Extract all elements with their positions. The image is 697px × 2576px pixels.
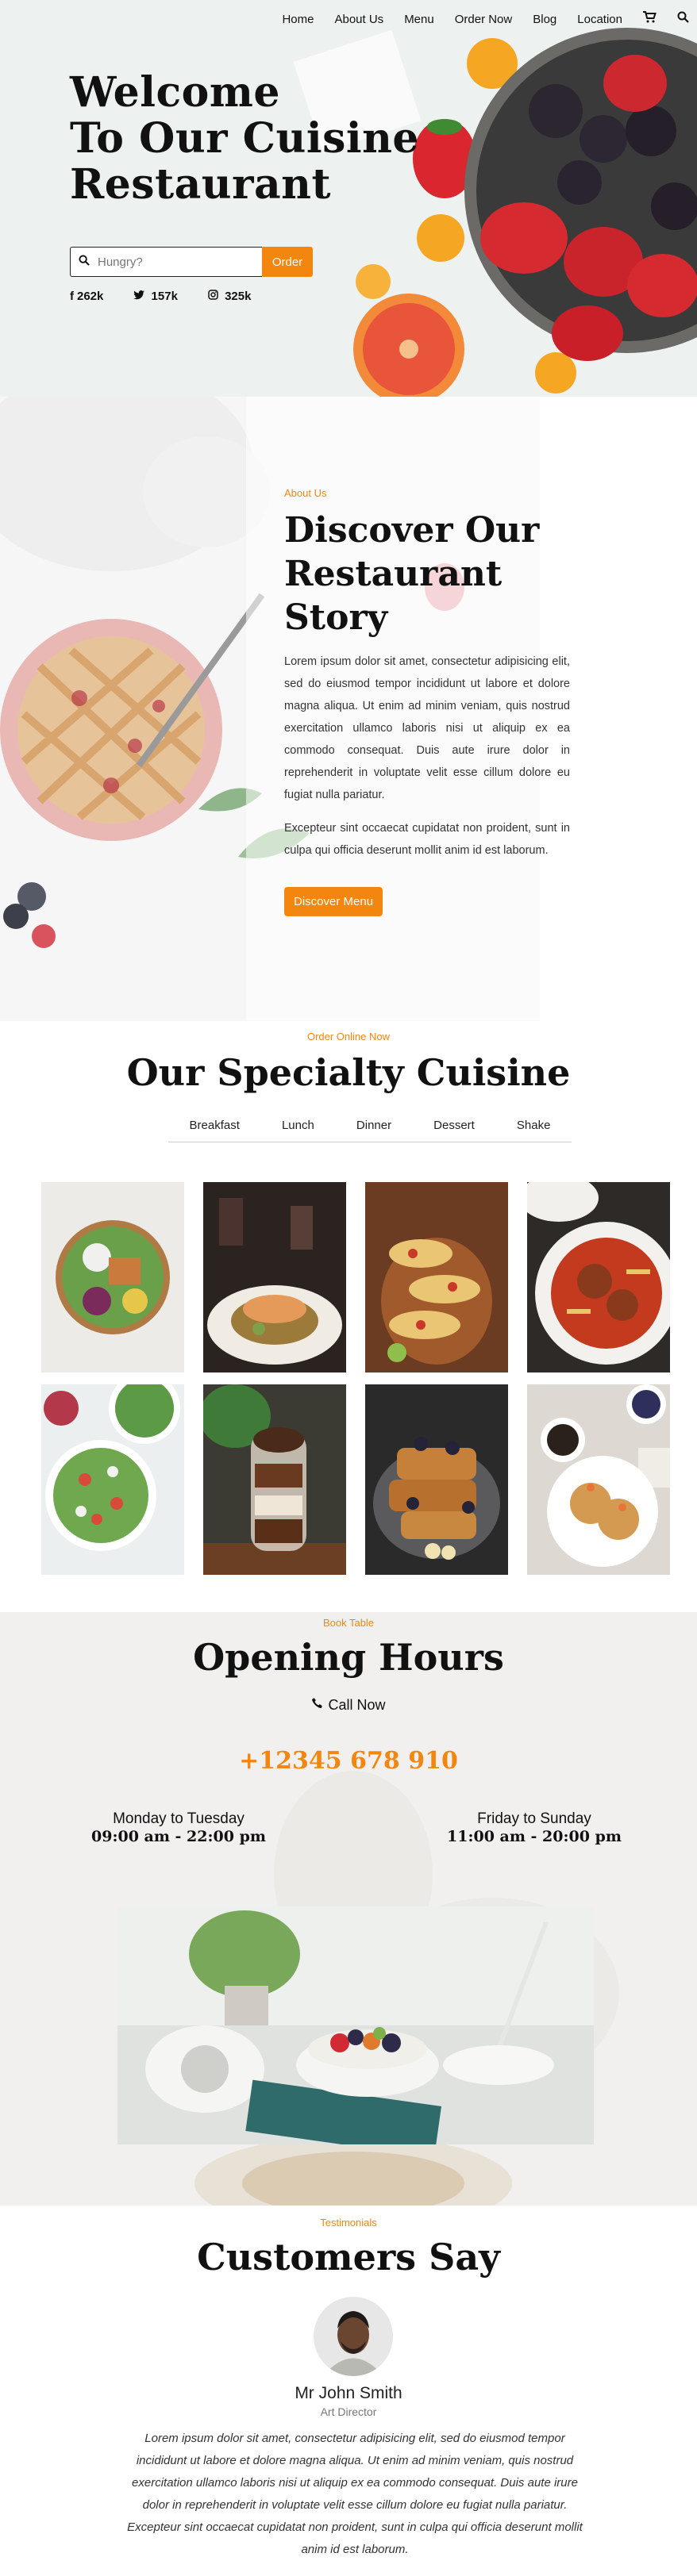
testimonials-eyebrow: Testimonials bbox=[320, 2217, 377, 2229]
table-setting-image bbox=[117, 1906, 594, 2144]
social-counts: f 262k 157k 325k bbox=[70, 290, 251, 303]
tab-lunch[interactable]: Lunch bbox=[282, 1119, 314, 1132]
specialty-section: Order Online Now Our Specialty Cuisine B… bbox=[0, 1021, 697, 1612]
about-paragraph: Excepteur sint occaecat cupidatat non pr… bbox=[284, 822, 570, 857]
call-now-link[interactable]: Call Now bbox=[0, 1697, 697, 1714]
nav-about-us[interactable]: About Us bbox=[334, 13, 383, 26]
facebook-icon: f bbox=[70, 290, 74, 303]
hours-eyebrow: Book Table bbox=[322, 1617, 375, 1629]
search-icon[interactable] bbox=[677, 11, 689, 27]
hero-title-line: Restaurant bbox=[70, 160, 332, 209]
tab-shake[interactable]: Shake bbox=[517, 1119, 551, 1132]
social-facebook[interactable]: f 262k bbox=[70, 290, 103, 303]
dish-tile[interactable] bbox=[365, 1182, 508, 1372]
search-icon bbox=[79, 254, 90, 270]
hero-title-line: Welcome bbox=[70, 68, 280, 117]
dish-tile[interactable] bbox=[365, 1384, 508, 1575]
menu-tabs: Breakfast Lunch Dinner Dessert Shake bbox=[168, 1119, 572, 1142]
specialty-title: Our Specialty Cuisine bbox=[126, 1051, 571, 1094]
twitter-icon bbox=[133, 290, 148, 303]
top-nav: Home About Us Menu Order Now Blog Locati… bbox=[282, 11, 697, 27]
testimonials-section: Testimonials Customers Say Mr John Smith… bbox=[0, 2206, 697, 2576]
order-button[interactable]: Order bbox=[262, 247, 313, 277]
social-count: 325k bbox=[225, 290, 252, 303]
search-field bbox=[70, 247, 262, 277]
days-label: Friday to Sunday bbox=[477, 1810, 591, 1827]
hero-title-line: To Our Cuisine bbox=[70, 114, 419, 163]
instagram-icon bbox=[208, 290, 221, 303]
hours-title: Opening Hours bbox=[193, 1636, 504, 1679]
about-content: About Us Discover Our Restaurant Story L… bbox=[284, 487, 570, 916]
cart-icon[interactable] bbox=[643, 11, 657, 27]
about-section: About Us Discover Our Restaurant Story L… bbox=[0, 397, 697, 1021]
hero-search: Order bbox=[70, 247, 313, 277]
phone-icon bbox=[311, 1697, 328, 1713]
specialty-eyebrow: Order Online Now bbox=[306, 1031, 391, 1042]
nav-order-now[interactable]: Order Now bbox=[455, 13, 513, 26]
search-input[interactable] bbox=[98, 255, 241, 269]
testimonial-name: Mr John Smith bbox=[295, 2384, 402, 2402]
testimonials-title: Customers Say bbox=[197, 2236, 500, 2278]
avatar bbox=[314, 2297, 393, 2376]
nav-home[interactable]: Home bbox=[282, 13, 314, 26]
social-twitter[interactable]: 157k bbox=[133, 290, 178, 303]
tab-dessert[interactable]: Dessert bbox=[433, 1119, 475, 1132]
dish-tile[interactable] bbox=[527, 1384, 670, 1575]
nav-location[interactable]: Location bbox=[577, 13, 622, 26]
tab-dinner[interactable]: Dinner bbox=[356, 1119, 391, 1132]
hours-weekend: Friday to Sunday 11:00 am - 20:00 pm bbox=[431, 1810, 637, 1845]
nav-menu[interactable]: Menu bbox=[404, 13, 434, 26]
about-paragraph: Lorem ipsum dolor sit amet, consectetur … bbox=[284, 655, 570, 801]
dish-grid bbox=[41, 1182, 670, 1575]
dish-tile[interactable] bbox=[527, 1182, 670, 1372]
dish-tile[interactable] bbox=[41, 1384, 184, 1575]
tab-breakfast[interactable]: Breakfast bbox=[190, 1119, 240, 1132]
nav-blog[interactable]: Blog bbox=[533, 13, 556, 26]
about-eyebrow: About Us bbox=[284, 487, 327, 499]
about-title-line: Restaurant bbox=[284, 554, 503, 594]
about-title: Discover Our Restaurant Story bbox=[284, 509, 570, 639]
social-instagram[interactable]: 325k bbox=[208, 290, 252, 303]
phone-number[interactable]: +12345 678 910 bbox=[0, 1747, 697, 1775]
social-count: 262k bbox=[77, 290, 104, 303]
testimonial-quote: Lorem ipsum dolor sit amet, consectetur … bbox=[127, 2432, 583, 2556]
discover-menu-button[interactable]: Discover Menu bbox=[284, 887, 383, 916]
dish-tile[interactable] bbox=[203, 1384, 346, 1575]
dish-tile[interactable] bbox=[41, 1182, 184, 1372]
about-title-line: Story bbox=[284, 597, 388, 638]
time-range: 11:00 am - 20:00 pm bbox=[447, 1828, 622, 1845]
dish-tile[interactable] bbox=[203, 1182, 346, 1372]
testimonial-role: Art Director bbox=[320, 2405, 377, 2418]
call-now-label: Call Now bbox=[328, 1697, 386, 1713]
time-range: 09:00 am - 22:00 pm bbox=[91, 1828, 266, 1845]
hours-weekday: Monday to Tuesday 09:00 am - 22:00 pm bbox=[75, 1810, 282, 1845]
hero-section: Home About Us Menu Order Now Blog Locati… bbox=[0, 0, 697, 397]
social-count: 157k bbox=[151, 290, 178, 303]
days-label: Monday to Tuesday bbox=[113, 1810, 245, 1827]
about-title-line: Discover Our bbox=[284, 510, 540, 551]
hero-title: Welcome To Our Cuisine Restaurant bbox=[70, 70, 419, 208]
opening-hours-section: Book Table Opening Hours Call Now +12345… bbox=[0, 1612, 697, 2206]
